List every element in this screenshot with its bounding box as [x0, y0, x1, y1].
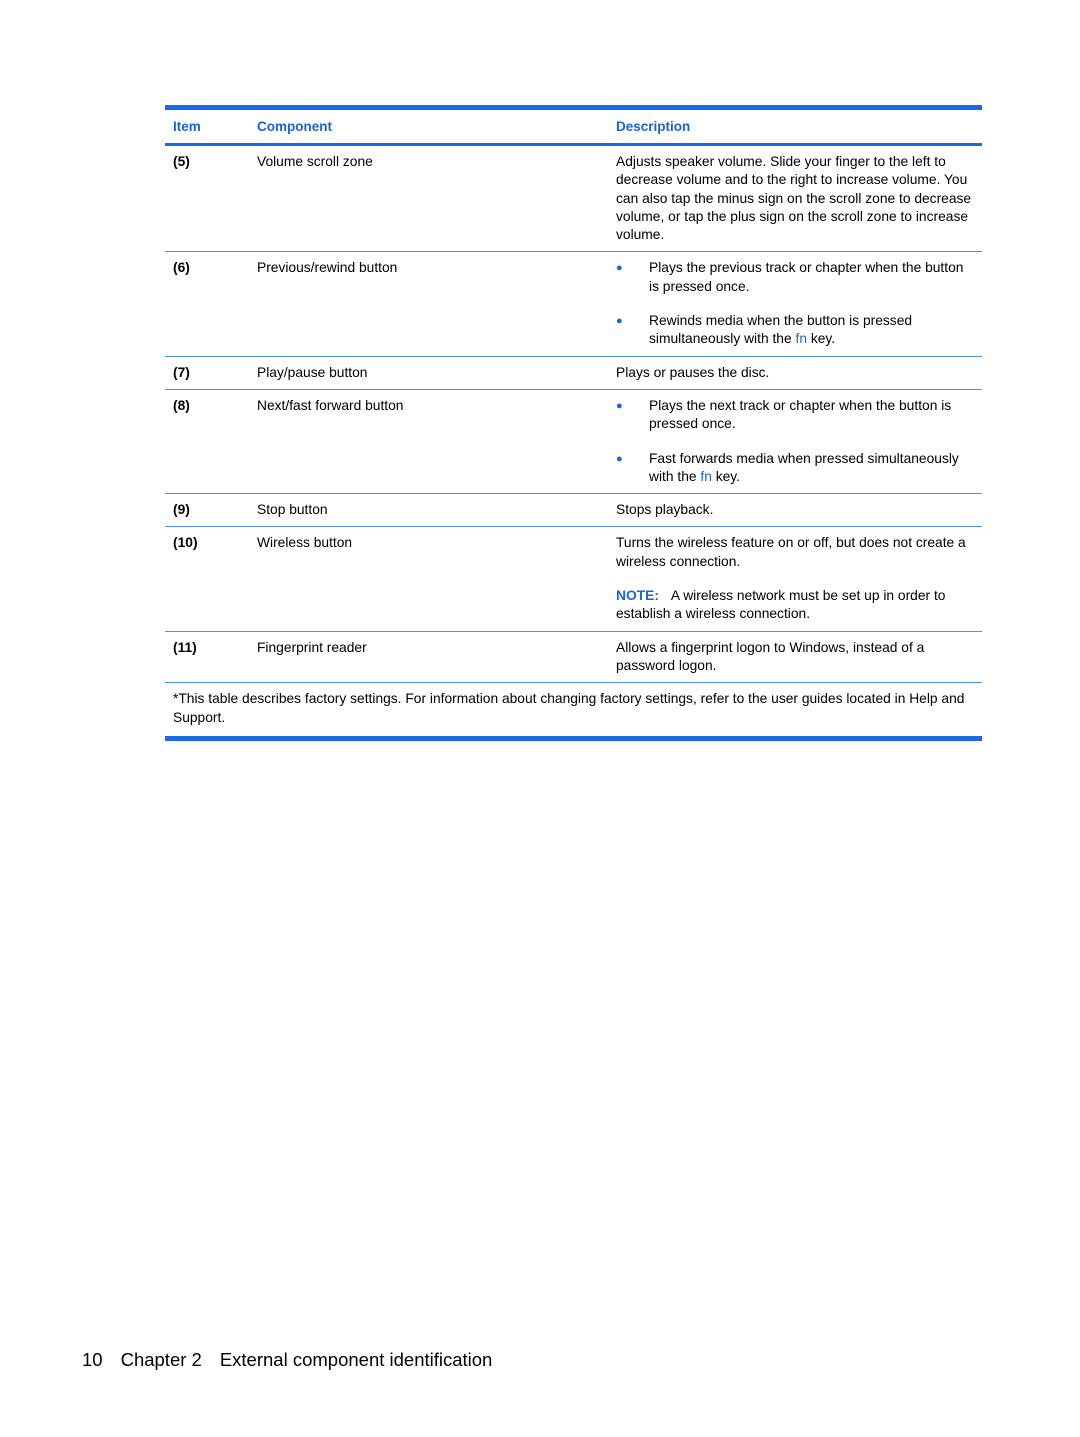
table-row: (9) Stop button Stops playback.: [165, 494, 982, 526]
row-item: (5): [173, 154, 190, 169]
table-bottom-rule: [165, 735, 982, 741]
row-component: Play/pause button: [257, 364, 368, 380]
row-component: Next/fast forward button: [257, 397, 404, 413]
table-row: (7) Play/pause button Plays or pauses th…: [165, 357, 982, 389]
note-label: NOTE:: [616, 588, 659, 604]
bullet-text: Plays the previous track or chapter when…: [649, 260, 964, 294]
bullet-text: Rewinds media when the button is pressed…: [649, 313, 913, 347]
row-description: Allows a fingerprint logon to Windows, i…: [616, 639, 925, 673]
chapter-label: Chapter 2: [120, 1349, 202, 1370]
fn-key: fn: [795, 331, 807, 347]
fn-key: fn: [700, 468, 712, 484]
bullet-item: ● Fast forwards media when pressed simul…: [616, 450, 976, 487]
bullet-icon: ●: [616, 262, 623, 275]
row-component: Previous/rewind button: [257, 260, 398, 276]
bullet-text: Plays the next track or chapter when the…: [649, 397, 952, 432]
row-description: Turns the wireless feature on or off, bu…: [616, 534, 982, 623]
table-header: Item Component Description: [165, 110, 982, 143]
note: NOTE: A wireless network must be set up i…: [616, 587, 976, 624]
row-component: Volume scroll zone: [257, 154, 373, 169]
table-row: (11) Fingerprint reader Allows a fingerp…: [165, 632, 982, 683]
bullet-icon: ●: [616, 452, 623, 465]
table-footnote: *This table describes factory settings. …: [173, 691, 965, 725]
components-table: Item Component Description (5) Volume sc…: [165, 105, 982, 741]
row-item: (11): [173, 639, 197, 655]
bullet-item: ● Plays the previous track or chapter wh…: [616, 259, 976, 296]
chapter-title: External component identification: [219, 1349, 493, 1370]
table-row: (6) Previous/rewind button ● Plays the p…: [165, 252, 982, 355]
row-item: (9): [173, 502, 190, 518]
row-item: (10): [173, 535, 198, 551]
row-component: Fingerprint reader: [257, 639, 367, 655]
header-item: Item: [173, 119, 201, 134]
table-row: (5) Volume scroll zone Adjusts speaker v…: [165, 146, 982, 251]
row-description: Plays or pauses the disc.: [616, 364, 770, 380]
row-description: Stops playback.: [616, 502, 714, 518]
row-item: (7): [173, 364, 190, 380]
description-text: Turns the wireless feature on or off, bu…: [616, 535, 966, 569]
table-row: (8) Next/fast forward button ● Plays the…: [165, 390, 982, 493]
note-text: A wireless network must be set up in ord…: [616, 588, 946, 622]
bullet-item: ● Rewinds media when the button is press…: [616, 312, 976, 349]
page-number: 10: [82, 1349, 103, 1370]
bullet-text: Fast forwards media when pressed simulta…: [649, 450, 959, 484]
row-description: ● Plays the next track or chapter when t…: [616, 397, 982, 486]
header-description: Description: [616, 119, 691, 134]
row-description: ● Plays the previous track or chapter wh…: [616, 259, 982, 348]
row-component: Wireless button: [257, 535, 353, 551]
bullet-icon: ●: [616, 399, 623, 412]
row-component: Stop button: [257, 502, 328, 518]
row-item: (6): [173, 260, 190, 276]
row-description: Adjusts speaker volume. Slide your finge…: [616, 154, 972, 243]
bullet-icon: ●: [616, 315, 623, 328]
header-component: Component: [257, 119, 332, 134]
page-footer: 10 Chapter 2 External component identifica…: [82, 1349, 510, 1371]
table-row: (10) Wireless button Turns the wireless …: [165, 527, 982, 630]
bullet-item: ● Plays the next track or chapter when t…: [616, 397, 976, 434]
row-item: (8): [173, 397, 190, 413]
